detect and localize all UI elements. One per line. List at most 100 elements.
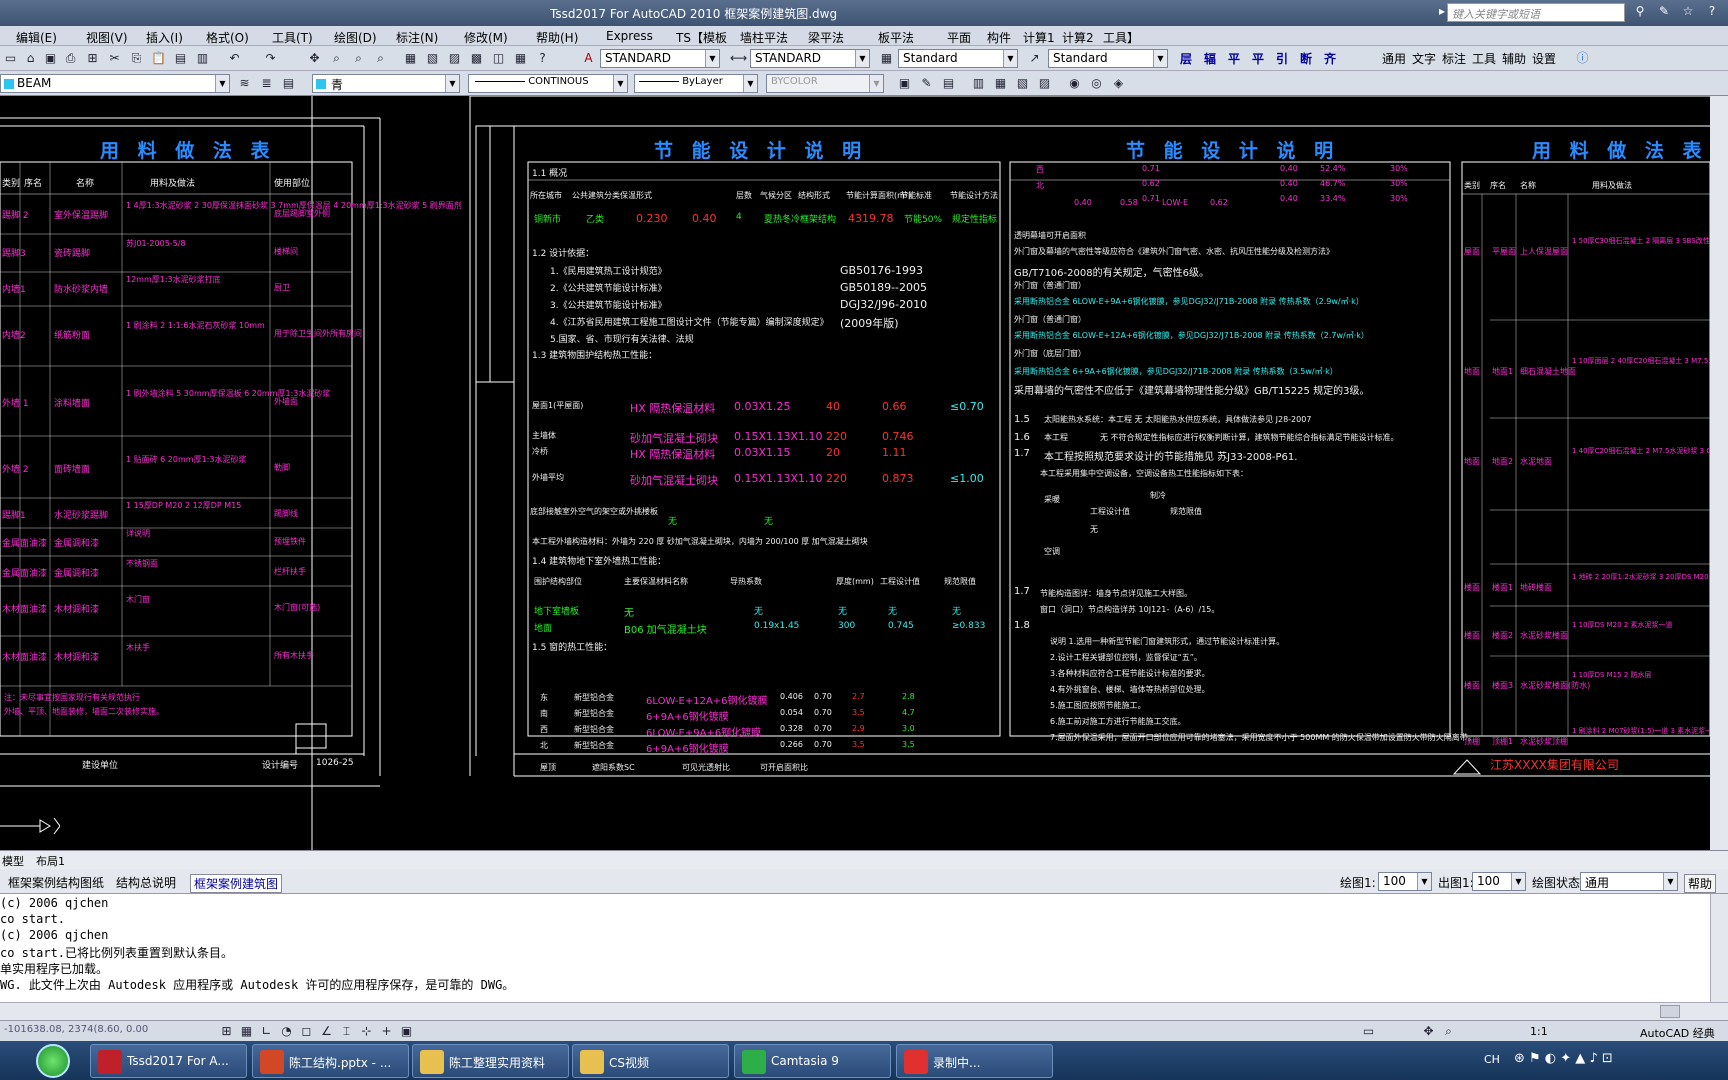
menu-item-3[interactable]: 格式(O) <box>206 29 249 46</box>
binoculars-icon[interactable]: ⚲ <box>1630 4 1650 21</box>
menu-item-15[interactable]: 构件 <box>987 29 1011 46</box>
table-style-select[interactable]: Standard ▼ <box>898 49 1018 68</box>
calc-icon[interactable]: ▦ <box>512 50 529 67</box>
ts-tool-1[interactable]: 辐 <box>1204 50 1216 67</box>
ts-icon-5[interactable]: ▦ <box>992 75 1009 92</box>
osnap-icon[interactable]: ◻ <box>298 1023 315 1040</box>
menu-item-13[interactable]: 板平法 <box>878 29 914 46</box>
qp-icon[interactable]: ▣ <box>398 1023 415 1040</box>
ortho-icon[interactable]: ∟ <box>258 1023 275 1040</box>
ts-tab-4[interactable]: 辅助 <box>1502 50 1526 67</box>
menu-item-14[interactable]: 平面 <box>947 29 971 46</box>
new-icon[interactable]: ▭ <box>2 50 19 67</box>
ts-icon-4[interactable]: ▥ <box>970 75 987 92</box>
dimstyle-icon[interactable]: ⟷ <box>730 50 747 67</box>
model-icon[interactable]: ▭ <box>1360 1023 1377 1040</box>
ts-tool-2[interactable]: 平 <box>1228 50 1240 67</box>
layer-previous-icon[interactable]: ≣ <box>258 75 275 92</box>
ts-icon-3[interactable]: ▤ <box>940 75 957 92</box>
right-toolbar[interactable] <box>1710 96 1728 850</box>
workspace-select[interactable]: AutoCAD 经典 <box>1640 1025 1715 1041</box>
taskbar-item-4[interactable]: Camtasia 9 <box>734 1044 891 1078</box>
lwt-icon[interactable]: + <box>378 1023 395 1040</box>
ts-tab-5[interactable]: 设置 <box>1532 50 1556 67</box>
tablestyle-icon[interactable]: ▦ <box>878 50 895 67</box>
mleaderstyle-icon[interactable]: ↗ <box>1026 50 1043 67</box>
menu-item-18[interactable]: 工具】 <box>1103 29 1139 46</box>
textstyle-icon[interactable]: A <box>580 50 597 67</box>
sheetset-icon[interactable]: ▩ <box>468 50 485 67</box>
tray-icons[interactable]: ⊛ ⚑ ◐ ✦ ▲ ♪ ⊡ <box>1514 1051 1613 1066</box>
ts-tab-1[interactable]: 文字 <box>1412 50 1436 67</box>
menu-item-4[interactable]: 工具(T) <box>272 29 313 46</box>
publish-icon[interactable]: ⊞ <box>84 50 101 67</box>
ducs-icon[interactable]: ⌶ <box>338 1023 355 1040</box>
copy-icon[interactable]: ⎘ <box>128 50 145 67</box>
ts-icon-6[interactable]: ▧ <box>1014 75 1031 92</box>
dim-style-select[interactable]: STANDARD ▼ <box>750 49 870 68</box>
command-history[interactable]: (c) 2006 qjchen co start. (c) 2006 qjchen c… <box>0 894 1710 1002</box>
pan-status-icon[interactable]: ✥ <box>1420 1023 1437 1040</box>
ts-tool-6[interactable]: 齐 <box>1324 50 1336 67</box>
menu-item-9[interactable]: Express <box>606 29 653 43</box>
snap-icon[interactable]: ⊞ <box>218 1023 235 1040</box>
layer-states-icon[interactable]: ▤ <box>280 75 297 92</box>
menu-item-11[interactable]: 墙柱平法 <box>740 29 788 46</box>
scroll-thumb[interactable] <box>1660 1005 1680 1018</box>
ts-icon-9[interactable]: ◎ <box>1088 75 1105 92</box>
doc-tab-structure[interactable]: 框架案例结构图纸 <box>8 874 104 891</box>
input-language[interactable]: CH <box>1484 1053 1500 1066</box>
scale-select[interactable]: 100 ▼ <box>1378 872 1432 891</box>
menu-item-5[interactable]: 绘图(D) <box>334 29 377 46</box>
properties-icon[interactable]: ▦ <box>402 50 419 67</box>
blockeditor-icon[interactable]: ▥ <box>194 50 211 67</box>
mleader-style-select[interactable]: Standard ▼ <box>1048 49 1168 68</box>
matchprop-icon[interactable]: ▤ <box>172 50 189 67</box>
dyn-icon[interactable]: ⊹ <box>358 1023 375 1040</box>
ts-tab-0[interactable]: 通用 <box>1382 50 1406 67</box>
save-icon[interactable]: ▣ <box>42 50 59 67</box>
ts-tab-2[interactable]: 标注 <box>1442 50 1466 67</box>
otrack-icon[interactable]: ∠ <box>318 1023 335 1040</box>
help-button[interactable]: 帮助 <box>1684 874 1717 893</box>
text-style-select[interactable]: STANDARD ▼ <box>600 49 720 68</box>
menu-item-1[interactable]: 视图(V) <box>86 29 128 46</box>
designcenter-icon[interactable]: ▧ <box>424 50 441 67</box>
menu-item-7[interactable]: 修改(M) <box>464 29 508 46</box>
menu-item-8[interactable]: 帮助(H) <box>536 29 578 46</box>
taskbar-item-5[interactable]: 录制中... <box>896 1044 1053 1078</box>
linetype-select[interactable]: CONTINOUS ▼ <box>468 74 628 93</box>
menu-item-12[interactable]: 梁平法 <box>808 29 844 46</box>
draw-state-select[interactable]: 通用 ▼ <box>1580 872 1678 891</box>
doc-tab-architecture[interactable]: 框架案例建筑图 <box>190 874 283 893</box>
pan-icon[interactable]: ✥ <box>306 50 323 67</box>
zoom-status-icon[interactable]: ⌕ <box>1440 1023 1457 1040</box>
zoom-previous-icon[interactable]: ⌕ <box>372 50 389 67</box>
out-scale-select[interactable]: 100 ▼ <box>1472 872 1526 891</box>
menu-item-16[interactable]: 计算1 <box>1023 29 1055 46</box>
help-toolbar-icon[interactable]: ? <box>534 50 551 67</box>
paste-icon[interactable]: 📋 <box>150 50 167 67</box>
menu-item-6[interactable]: 标注(N) <box>396 29 438 46</box>
search-input[interactable]: 键入关键字或短语 <box>1447 3 1625 22</box>
grid-icon[interactable]: ▦ <box>238 1023 255 1040</box>
tab-layout1[interactable]: 布局1 <box>36 853 65 869</box>
lineweight-select[interactable]: ByLayer ▼ <box>634 74 758 93</box>
annotation-scale[interactable]: 1:1 <box>1530 1025 1548 1038</box>
cut-icon[interactable]: ✂ <box>106 50 123 67</box>
ts-tool-5[interactable]: 断 <box>1300 50 1312 67</box>
ts-icon-7[interactable]: ▨ <box>1036 75 1053 92</box>
ts-tool-0[interactable]: 层 <box>1180 50 1192 67</box>
open-icon[interactable]: ⌂ <box>22 50 39 67</box>
toolpalette-icon[interactable]: ▨ <box>446 50 463 67</box>
zoom-window-icon[interactable]: ⌕ <box>350 50 367 67</box>
menu-item-2[interactable]: 插入(I) <box>146 29 183 46</box>
start-button[interactable] <box>36 1044 70 1078</box>
menu-item-0[interactable]: 编辑(E) <box>16 29 57 46</box>
redo-icon[interactable]: ↷ <box>262 50 279 67</box>
doc-tab-general[interactable]: 结构总说明 <box>116 874 176 891</box>
markup-icon[interactable]: ◫ <box>490 50 507 67</box>
tab-model[interactable]: 模型 <box>2 853 24 869</box>
star-icon[interactable]: ☆ <box>1678 4 1698 21</box>
color-select[interactable]: 青 ▼ <box>312 74 460 93</box>
